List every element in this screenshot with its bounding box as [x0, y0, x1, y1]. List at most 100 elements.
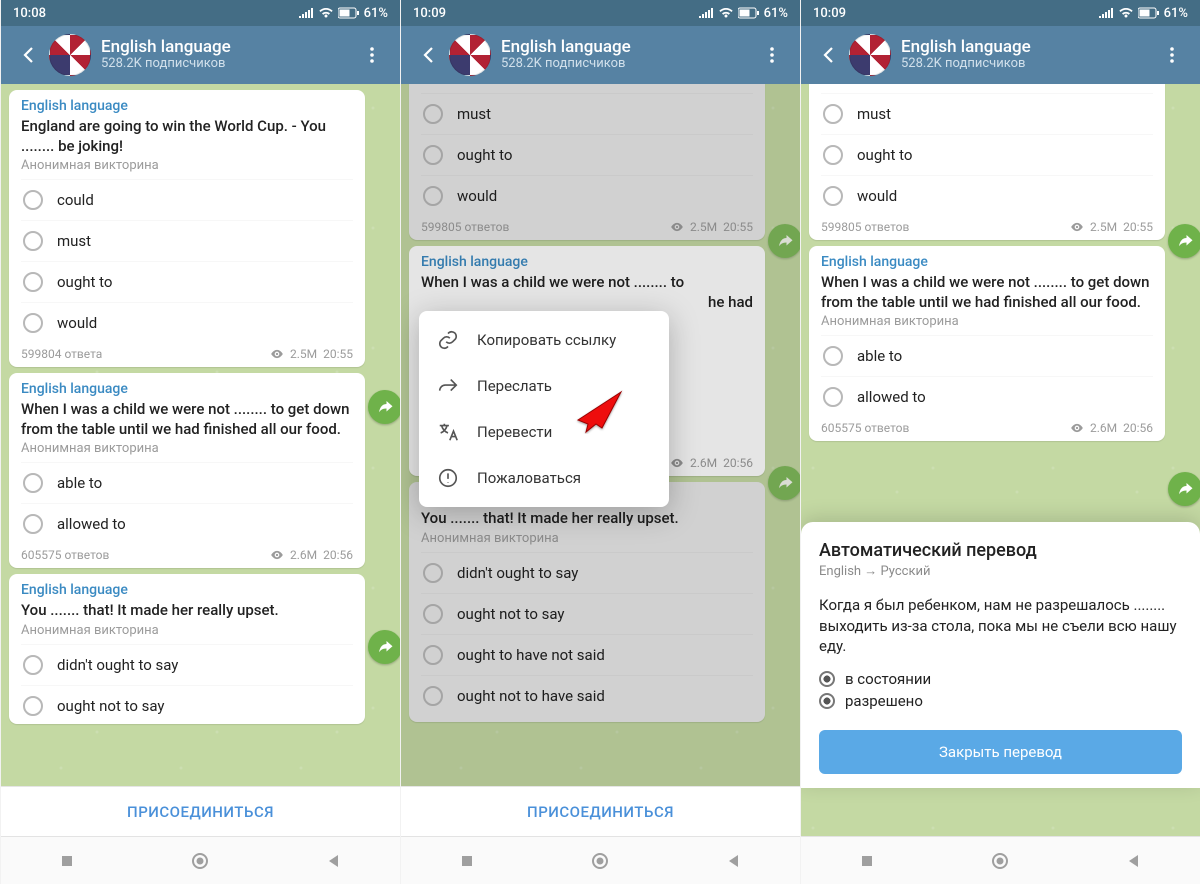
radio-icon — [23, 514, 43, 534]
poll-message-1[interactable]: English language England are going to wi… — [9, 90, 365, 367]
nav-home-icon[interactable] — [991, 852, 1009, 870]
nav-recent-icon[interactable] — [59, 853, 75, 869]
radio-icon — [23, 231, 43, 251]
translate-option[interactable]: в состоянии — [819, 668, 1182, 690]
channel-avatar[interactable] — [449, 34, 491, 76]
status-time: 10:08 — [13, 6, 46, 21]
sender-name: English language — [21, 381, 353, 397]
radio-icon — [23, 313, 43, 333]
translate-body: Когда я был ребенком, нам не разрешалось… — [819, 595, 1182, 656]
link-icon — [437, 329, 459, 351]
more-icon[interactable] — [1152, 35, 1192, 75]
back-icon[interactable] — [409, 35, 449, 75]
status-bar: 10:09 61% — [801, 0, 1200, 26]
nav-home-icon[interactable] — [591, 852, 609, 870]
poll-option[interactable]: ought not to say — [21, 685, 353, 718]
radio-icon — [23, 272, 43, 292]
status-bar: 10:08 61% — [1, 0, 400, 26]
more-icon[interactable] — [352, 35, 392, 75]
sender-name: English language — [821, 254, 1153, 270]
share-button[interactable] — [368, 630, 400, 664]
share-button[interactable] — [1168, 224, 1200, 258]
poll-option[interactable]: allowed to — [21, 503, 353, 544]
poll-answer-count: 605575 ответов — [821, 421, 909, 435]
nav-back-icon[interactable] — [1126, 853, 1142, 869]
share-button[interactable] — [1168, 472, 1200, 506]
poll-option[interactable]: didn't ought to say — [21, 644, 353, 685]
chat-header[interactable]: English language 528.2K подписчиков — [401, 26, 800, 84]
channel-title: English language — [501, 38, 752, 58]
nav-home-icon[interactable] — [191, 852, 209, 870]
menu-translate[interactable]: Перевести — [419, 409, 669, 455]
radio-icon — [819, 671, 835, 687]
poll-option[interactable]: would — [21, 302, 353, 343]
signal-icon — [1098, 7, 1114, 19]
poll-option[interactable]: ought to — [21, 261, 353, 302]
context-menu: Копировать ссылку Переслать Перевести По… — [419, 311, 669, 507]
back-icon[interactable] — [9, 35, 49, 75]
forward-icon — [437, 375, 459, 397]
channel-subtitle: 528.2K подписчиков — [101, 57, 352, 72]
chat-header[interactable]: English language 528.2K подписчиков — [1, 26, 400, 84]
poll-option[interactable]: able to — [21, 462, 353, 503]
menu-forward[interactable]: Переслать — [419, 363, 669, 409]
poll-option[interactable]: allowed to — [821, 376, 1153, 417]
battery-icon — [1138, 7, 1160, 19]
close-translate-button[interactable]: Закрыть перевод — [819, 730, 1182, 774]
report-icon — [437, 467, 459, 489]
radio-icon — [823, 145, 843, 165]
poll-option[interactable]: must — [821, 93, 1153, 134]
chat-header[interactable]: English language 528.2K подписчиков — [801, 26, 1200, 84]
nav-recent-icon[interactable] — [459, 853, 475, 869]
poll-message-3[interactable]: English language You ....... that! It ma… — [9, 574, 365, 724]
back-icon[interactable] — [809, 35, 849, 75]
battery-icon — [338, 7, 360, 19]
poll-question: England are going to win the World Cup. … — [21, 117, 353, 156]
poll-option[interactable]: must — [21, 220, 353, 261]
poll-option[interactable]: ought to — [821, 134, 1153, 175]
poll-question: You ....... that! It made her really ups… — [21, 601, 353, 621]
poll-message-2[interactable]: English language When I was a child we w… — [809, 246, 1165, 441]
poll-message-2[interactable]: English language When I was a child we w… — [9, 373, 365, 568]
nav-back-icon[interactable] — [326, 853, 342, 869]
signal-icon — [298, 7, 314, 19]
translate-option[interactable]: разрешено — [819, 690, 1182, 712]
nav-back-icon[interactable] — [726, 853, 742, 869]
join-button[interactable]: ПРИСОЕДИНИТЬСЯ — [401, 786, 800, 836]
radio-icon — [823, 186, 843, 206]
translate-languages: English → Русский — [819, 563, 1182, 579]
radio-icon — [823, 387, 843, 407]
channel-title: English language — [901, 38, 1152, 58]
poll-option[interactable]: would — [821, 175, 1153, 216]
poll-option[interactable]: able to — [821, 335, 1153, 376]
radio-icon — [23, 190, 43, 210]
wifi-icon — [1118, 7, 1134, 19]
poll-caption: Анонимная викторина — [21, 158, 353, 173]
radio-icon — [23, 655, 43, 675]
poll-answer-count: 599805 ответов — [821, 220, 909, 234]
join-button[interactable]: ПРИСОЕДИНИТЬСЯ — [1, 786, 400, 836]
poll-option[interactable]: could — [21, 179, 353, 220]
sender-name: English language — [21, 98, 353, 114]
radio-icon — [823, 104, 843, 124]
views-icon — [1070, 220, 1084, 234]
views-icon — [1070, 421, 1084, 435]
android-navbar — [401, 836, 800, 884]
battery-percent: 61% — [1164, 6, 1188, 21]
views-icon — [270, 548, 284, 562]
channel-avatar[interactable] — [849, 34, 891, 76]
poll-option[interactable]: could — [821, 84, 1153, 93]
message-time: 20:55 — [323, 347, 353, 361]
share-button[interactable] — [368, 390, 400, 424]
radio-icon — [23, 696, 43, 716]
more-icon[interactable] — [752, 35, 792, 75]
poll-message-1[interactable]: could must ought to would 599805 ответов… — [809, 84, 1165, 240]
status-time: 10:09 — [813, 6, 846, 21]
menu-copy-link[interactable]: Копировать ссылку — [419, 317, 669, 363]
menu-report[interactable]: Пожаловаться — [419, 455, 669, 501]
translate-icon — [437, 421, 459, 443]
poll-question: When I was a child we were not ........ … — [21, 400, 353, 439]
nav-recent-icon[interactable] — [859, 853, 875, 869]
poll-answer-count: 605575 ответов — [21, 548, 109, 562]
channel-avatar[interactable] — [49, 34, 91, 76]
